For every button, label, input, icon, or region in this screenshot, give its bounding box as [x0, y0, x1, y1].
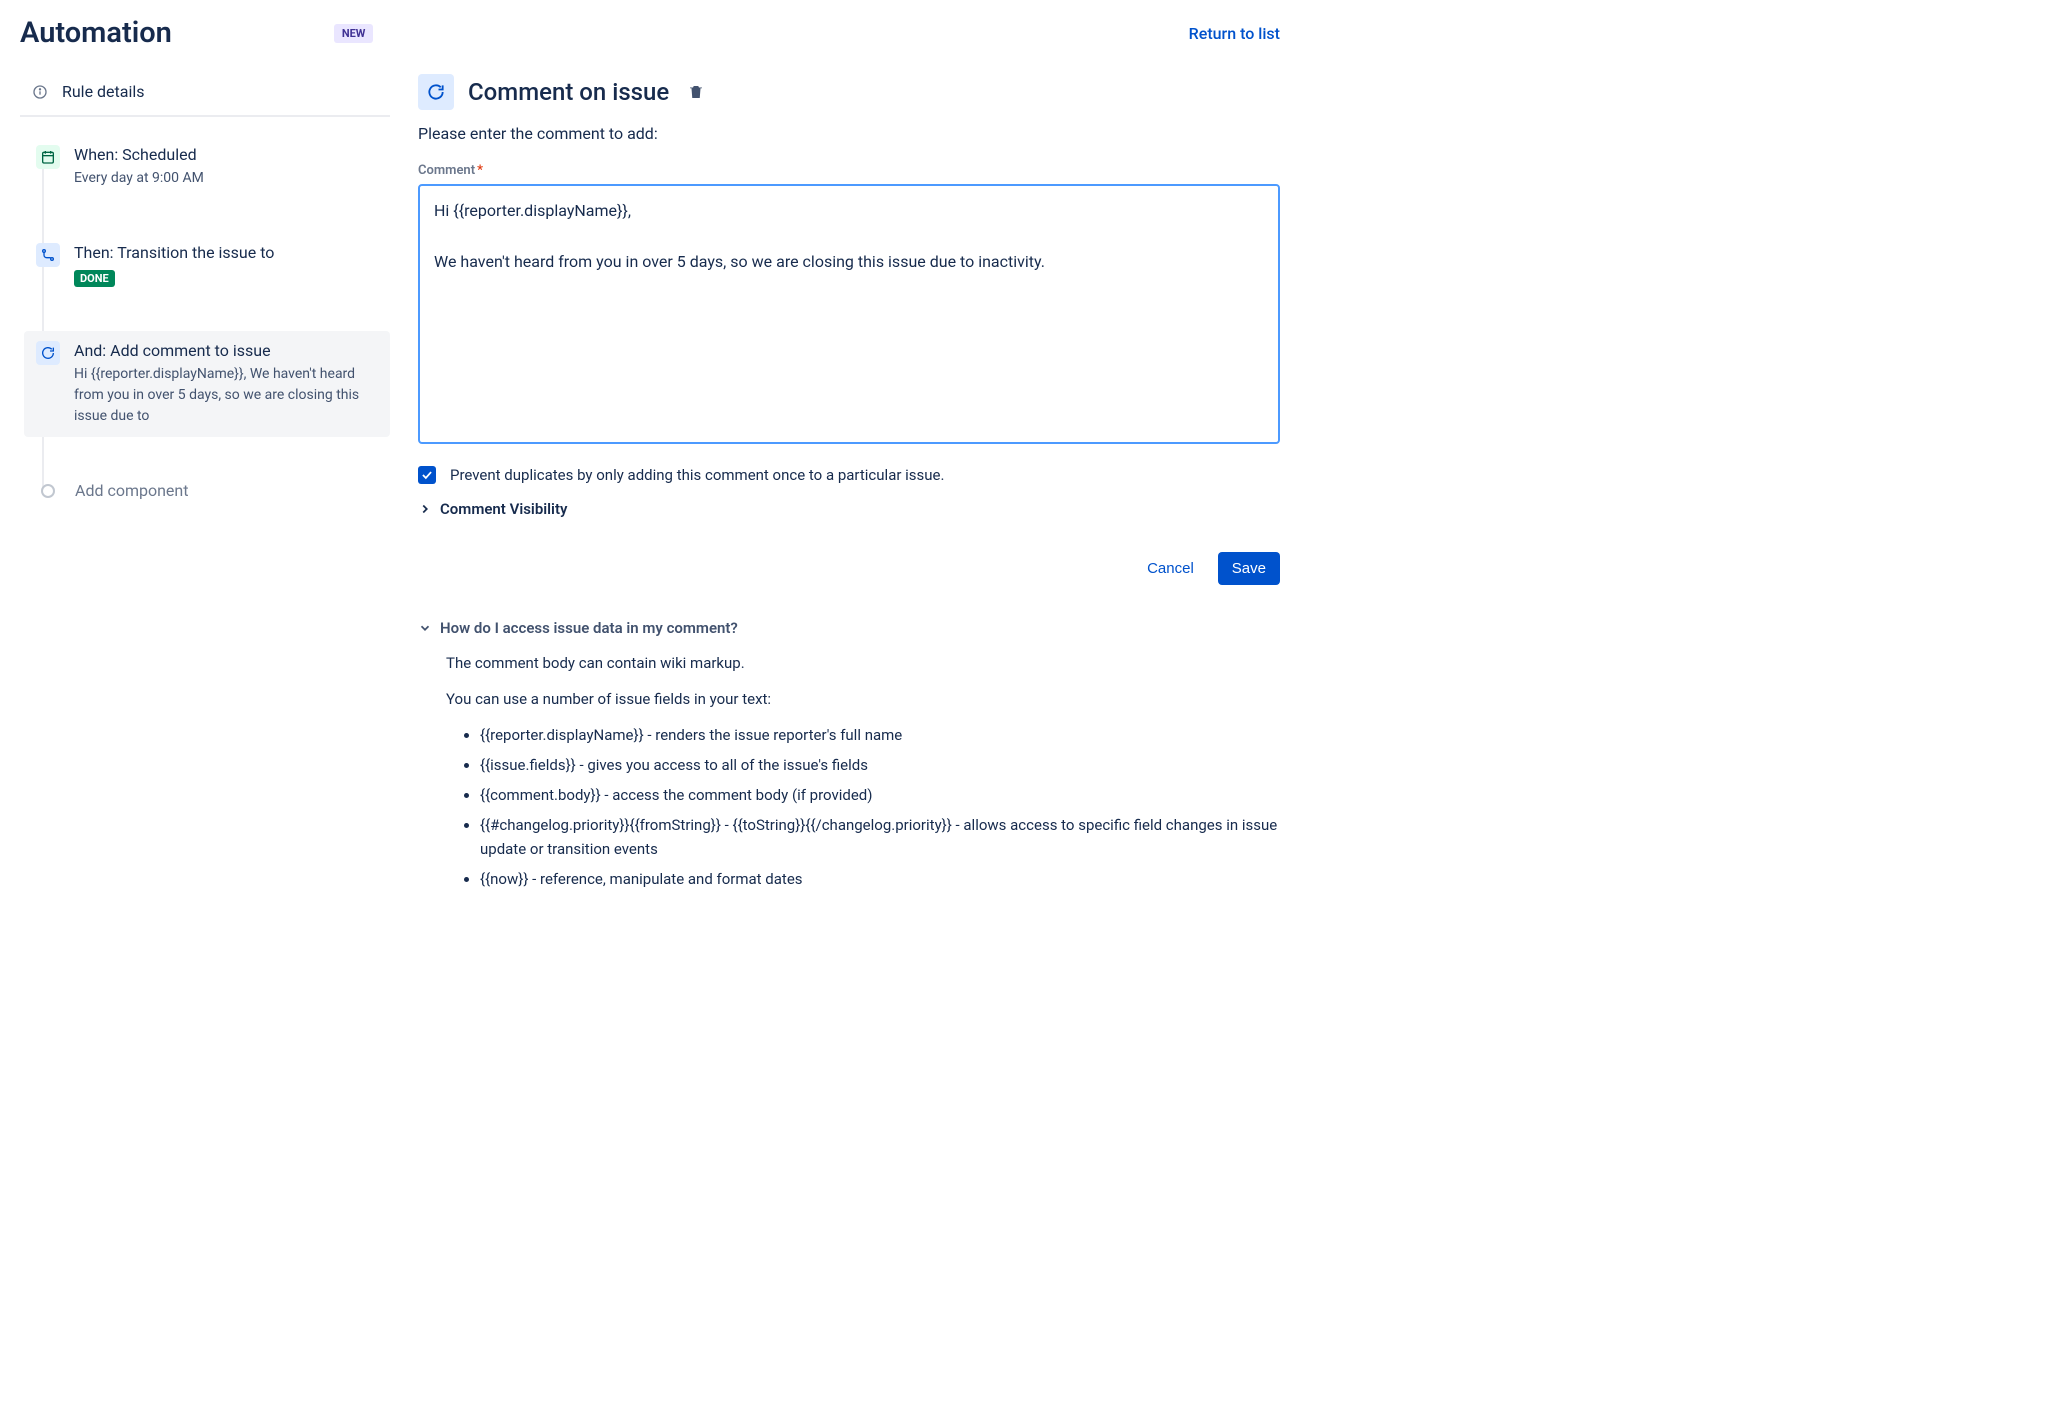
- return-to-list-link[interactable]: Return to list: [1189, 24, 1280, 43]
- add-component-button[interactable]: Add component: [24, 471, 390, 510]
- comment-visibility-label: Comment Visibility: [440, 500, 567, 518]
- chevron-right-icon: [418, 502, 432, 516]
- branch-icon: [36, 243, 60, 267]
- page-title: Automation: [20, 16, 172, 50]
- step-subtitle: Every day at 9:00 AM: [74, 168, 378, 189]
- info-icon: [32, 84, 48, 100]
- help-line-2: You can use a number of issue fields in …: [446, 687, 1280, 711]
- new-badge: NEW: [334, 24, 374, 43]
- instruction-text: Please enter the comment to add:: [418, 124, 1280, 143]
- add-circle-icon: [41, 484, 55, 498]
- comment-field-label: Comment*: [418, 163, 1280, 178]
- rule-sidebar: Rule details When: Scheduled Every day a…: [20, 74, 390, 897]
- comment-visibility-toggle[interactable]: Comment Visibility: [418, 500, 1280, 518]
- help-list: {{reporter.displayName}} - renders the i…: [446, 723, 1280, 891]
- status-lozenge-done: DONE: [74, 270, 115, 287]
- page-header: Automation NEW Return to list: [20, 16, 1280, 50]
- save-button[interactable]: Save: [1218, 552, 1280, 585]
- refresh-icon: [418, 74, 454, 110]
- step-title: And: Add comment to issue: [74, 341, 378, 360]
- step-subtitle: Hi {{reporter.displayName}}, We haven't …: [74, 364, 378, 427]
- refresh-icon: [36, 341, 60, 365]
- chevron-down-icon: [418, 621, 432, 635]
- help-list-item: {{now}} - reference, manipulate and form…: [480, 867, 1280, 891]
- timeline-step-comment[interactable]: And: Add comment to issue Hi {{reporter.…: [24, 331, 390, 437]
- prevent-duplicates-checkbox[interactable]: [418, 466, 436, 484]
- step-title: Then: Transition the issue to: [74, 243, 378, 262]
- rule-details-button[interactable]: Rule details: [20, 74, 390, 117]
- calendar-icon: [36, 145, 60, 169]
- main-panel: Comment on issue Please enter the commen…: [418, 74, 1280, 897]
- timeline-step-trigger[interactable]: When: Scheduled Every day at 9:00 AM: [24, 135, 390, 199]
- help-section: How do I access issue data in my comment…: [418, 619, 1280, 891]
- help-title: How do I access issue data in my comment…: [440, 619, 738, 637]
- help-list-item: {{reporter.displayName}} - renders the i…: [480, 723, 1280, 747]
- help-list-item: {{issue.fields}} - gives you access to a…: [480, 753, 1280, 777]
- cancel-button[interactable]: Cancel: [1133, 552, 1208, 585]
- delete-button[interactable]: [683, 79, 709, 105]
- help-list-item: {{comment.body}} - access the comment bo…: [480, 783, 1280, 807]
- rule-timeline: When: Scheduled Every day at 9:00 AM The…: [20, 135, 390, 510]
- help-list-item: {{#changelog.priority}}{{fromString}} - …: [480, 813, 1280, 861]
- rule-details-label: Rule details: [62, 82, 145, 101]
- help-toggle[interactable]: How do I access issue data in my comment…: [418, 619, 1280, 637]
- add-component-label: Add component: [75, 481, 188, 500]
- comment-input[interactable]: [418, 184, 1280, 444]
- prevent-duplicates-label: Prevent duplicates by only adding this c…: [450, 466, 944, 484]
- panel-title: Comment on issue: [468, 78, 669, 106]
- step-title: When: Scheduled: [74, 145, 378, 164]
- help-line-1: The comment body can contain wiki markup…: [446, 651, 1280, 675]
- timeline-step-transition[interactable]: Then: Transition the issue to DONE: [24, 233, 390, 297]
